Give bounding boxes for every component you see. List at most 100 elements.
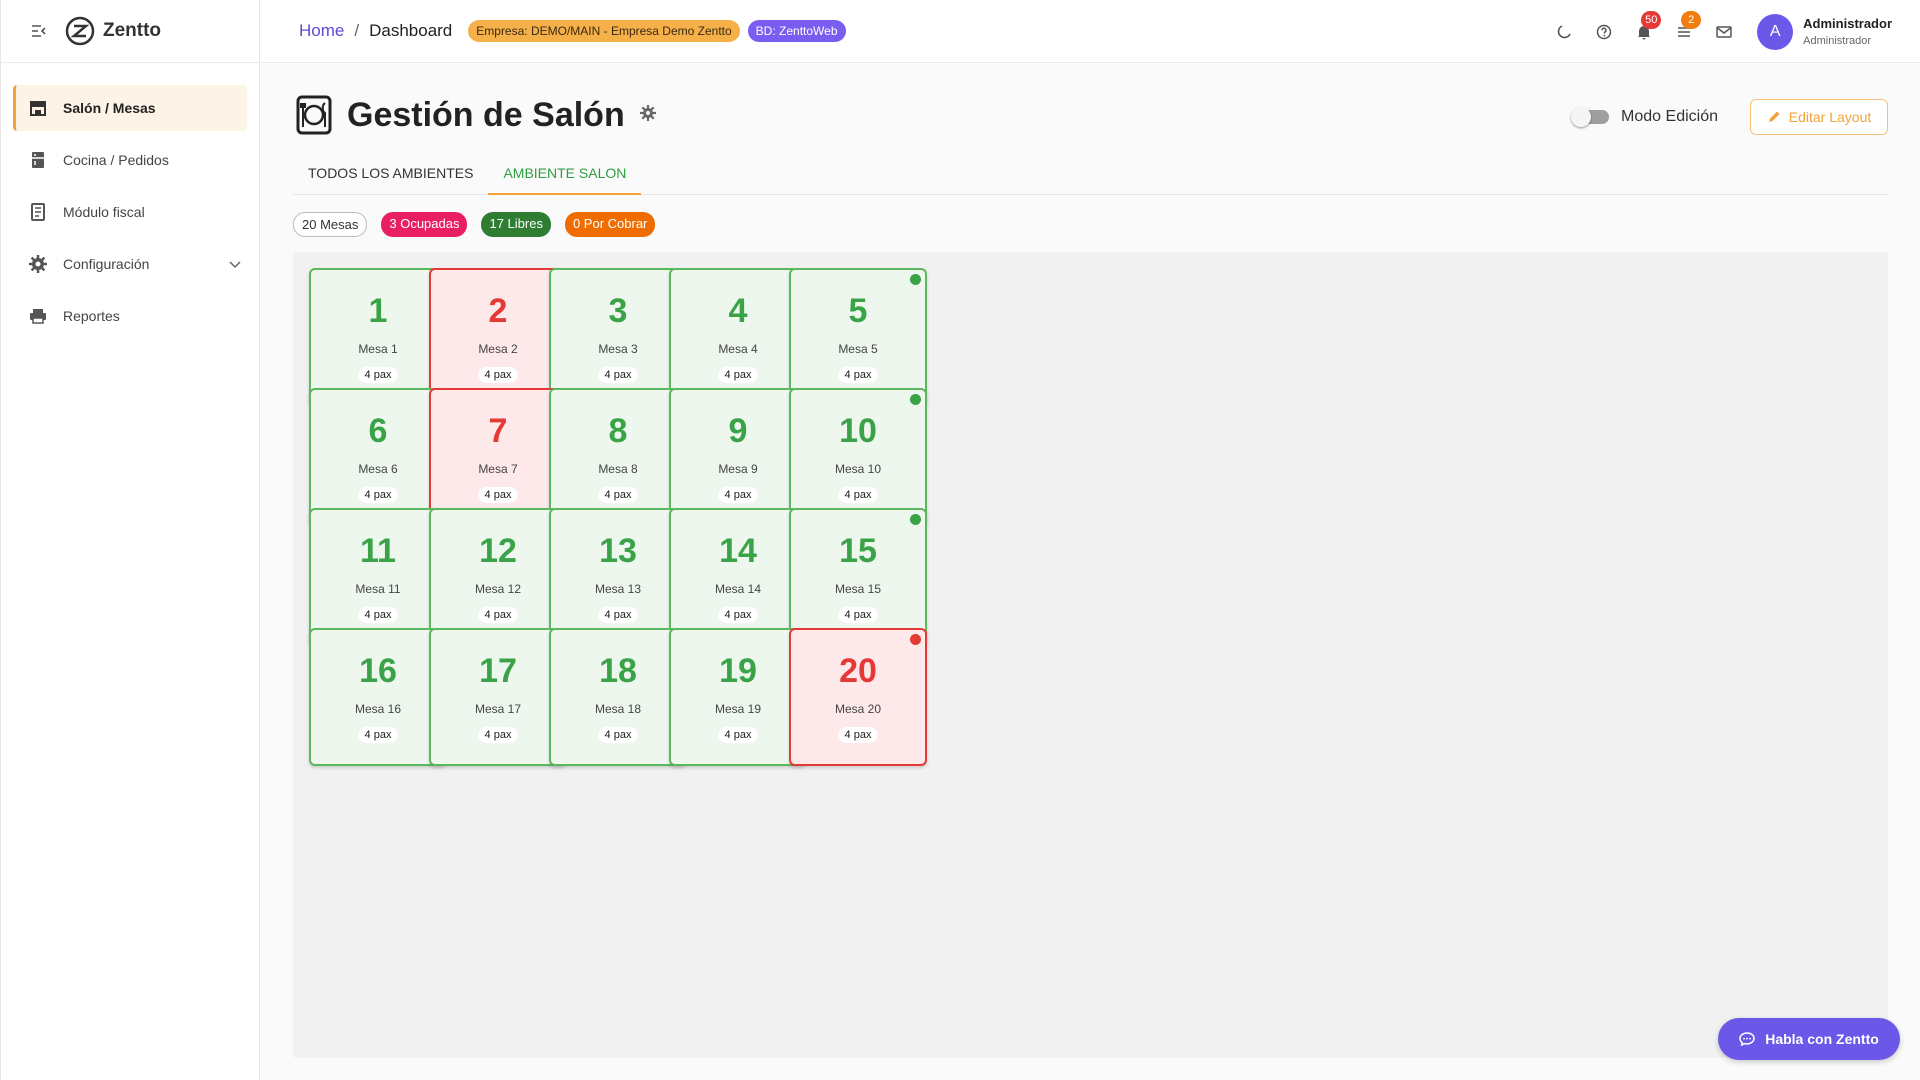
table-number: 20 <box>839 652 877 690</box>
breadcrumb-home-link[interactable]: Home <box>299 21 344 41</box>
table-number: 12 <box>479 532 517 570</box>
brand-name: Zentto <box>103 20 162 41</box>
receipt-icon <box>27 201 49 223</box>
table-capacity: 4 pax <box>718 367 758 383</box>
table-number: 1 <box>368 292 388 330</box>
edit-mode-label: Modo Edición <box>1621 108 1718 125</box>
table-card[interactable]: 10 Mesa 10 4 pax <box>789 388 927 526</box>
stat-free-tables: 17 Libres <box>481 212 551 237</box>
table-name: Mesa 19 <box>714 702 762 716</box>
table-name: Mesa 2 <box>478 342 518 356</box>
stat-occupied-tables: 3 Ocupadas <box>381 212 468 237</box>
settings-gear-icon[interactable] <box>639 104 657 127</box>
table-name: Mesa 16 <box>354 702 402 716</box>
table-capacity: 4 pax <box>718 607 758 623</box>
table-name: Mesa 10 <box>834 462 882 476</box>
table-number: 14 <box>719 532 757 570</box>
sidebar-item-reportes[interactable]: Reportes <box>13 293 247 339</box>
table-number: 17 <box>479 652 517 690</box>
help-icon[interactable] <box>1593 21 1615 43</box>
table-card[interactable]: 18 Mesa 18 4 pax <box>549 628 687 766</box>
sidebar-item-salon-mesas[interactable]: Salón / Mesas <box>13 85 247 131</box>
tasks-badge: 2 <box>1681 10 1702 29</box>
chat-button-label: Habla con Zentto <box>1765 1031 1879 1047</box>
status-dot <box>910 394 921 405</box>
table-grid: 1 Mesa 1 4 pax 2 Mesa 2 4 pax 3 Mesa 3 4 pax 4 Mes… <box>309 268 929 768</box>
table-capacity: 4 pax <box>598 487 638 503</box>
edit-layout-button[interactable]: Editar Layout <box>1750 99 1888 135</box>
table-card[interactable]: 9 Mesa 9 4 pax <box>669 388 807 526</box>
table-number: 16 <box>359 652 397 690</box>
table-card[interactable]: 5 Mesa 5 4 pax <box>789 268 927 406</box>
table-capacity: 4 pax <box>598 727 638 743</box>
table-capacity: 4 pax <box>478 367 518 383</box>
avatar[interactable]: A <box>1757 13 1794 50</box>
brand-bar: Zentto <box>1 0 259 63</box>
table-number: 13 <box>599 532 637 570</box>
user-name: Administrador <box>1803 16 1892 31</box>
user-block[interactable]: Administrador Administrador <box>1803 16 1892 47</box>
table-card[interactable]: 8 Mesa 8 4 pax <box>549 388 687 526</box>
chevron-down-icon[interactable] <box>229 256 241 272</box>
table-capacity: 4 pax <box>358 367 398 383</box>
sidebar-item-modulo-fiscal[interactable]: Módulo fiscal <box>13 189 247 235</box>
notifications-bell-icon[interactable]: 50 <box>1633 10 1662 43</box>
table-card[interactable]: 1 Mesa 1 4 pax <box>309 268 447 406</box>
table-capacity: 4 pax <box>838 487 878 503</box>
tab-todos-los-ambientes[interactable]: Todos los ambientes <box>293 154 488 195</box>
edit-mode-switch[interactable] <box>1571 107 1610 127</box>
table-card[interactable]: 20 Mesa 20 4 pax <box>789 628 927 766</box>
table-card[interactable]: 6 Mesa 6 4 pax <box>309 388 447 526</box>
table-capacity: 4 pax <box>838 727 878 743</box>
table-card[interactable]: 7 Mesa 7 4 pax <box>429 388 567 526</box>
table-number: 8 <box>608 412 628 450</box>
tab-ambiente-salon[interactable]: Ambiente Salon <box>488 154 642 195</box>
table-card[interactable]: 16 Mesa 16 4 pax <box>309 628 447 766</box>
table-name: Mesa 9 <box>718 462 758 476</box>
table-number: 6 <box>368 412 388 450</box>
table-card[interactable]: 15 Mesa 15 4 pax <box>789 508 927 646</box>
table-card[interactable]: 12 Mesa 12 4 pax <box>429 508 567 646</box>
table-capacity: 4 pax <box>598 367 638 383</box>
sidebar-item-label: Salón / Mesas <box>63 100 156 116</box>
table-card[interactable]: 17 Mesa 17 4 pax <box>429 628 567 766</box>
mail-icon[interactable] <box>1713 21 1735 43</box>
table-name: Mesa 14 <box>714 582 762 596</box>
table-capacity: 4 pax <box>358 487 398 503</box>
gear-icon <box>27 253 49 275</box>
dark-mode-moon-icon[interactable] <box>1553 21 1575 43</box>
edit-mode-toggle[interactable]: Modo Edición <box>1571 107 1718 127</box>
menu-collapse-icon[interactable] <box>29 21 49 41</box>
tasks-list-icon[interactable]: 2 <box>1673 10 1702 43</box>
floor-plan: 1 Mesa 1 4 pax 2 Mesa 2 4 pax 3 Mesa 3 4 pax 4 Mes… <box>293 252 1888 1058</box>
table-card[interactable]: 11 Mesa 11 4 pax <box>309 508 447 646</box>
sidebar-item-label: Reportes <box>63 308 120 324</box>
table-name: Mesa 15 <box>834 582 882 596</box>
table-name: Mesa 5 <box>838 342 878 356</box>
table-card[interactable]: 19 Mesa 19 4 pax <box>669 628 807 766</box>
status-dot <box>910 274 921 285</box>
pencil-icon <box>1768 111 1780 122</box>
notifications-badge: 50 <box>1641 10 1662 29</box>
table-number: 11 <box>360 532 396 570</box>
table-capacity: 4 pax <box>838 607 878 623</box>
sidebar-item-configuracion[interactable]: Configuración <box>13 241 247 287</box>
sidebar-item-cocina-pedidos[interactable]: Cocina / Pedidos <box>13 137 247 183</box>
printer-icon <box>27 305 49 327</box>
table-number: 2 <box>488 292 508 330</box>
breadcrumb-current: Dashboard <box>369 21 453 40</box>
table-card[interactable]: 2 Mesa 2 4 pax <box>429 268 567 406</box>
zentto-logo-icon <box>65 16 95 46</box>
switch-knob <box>1571 107 1592 127</box>
table-name: Mesa 12 <box>474 582 522 596</box>
table-card[interactable]: 13 Mesa 13 4 pax <box>549 508 687 646</box>
table-capacity: 4 pax <box>478 487 518 503</box>
table-stats: 20 Mesas 3 Ocupadas 17 Libres 0 Por Cobr… <box>293 212 669 237</box>
table-card[interactable]: 4 Mesa 4 4 pax <box>669 268 807 406</box>
table-number: 19 <box>719 652 757 690</box>
edit-layout-label: Editar Layout <box>1788 109 1872 125</box>
chat-with-zentto-button[interactable]: Habla con Zentto <box>1718 1018 1900 1060</box>
table-name: Mesa 6 <box>358 462 398 476</box>
table-card[interactable]: 14 Mesa 14 4 pax <box>669 508 807 646</box>
table-card[interactable]: 3 Mesa 3 4 pax <box>549 268 687 406</box>
